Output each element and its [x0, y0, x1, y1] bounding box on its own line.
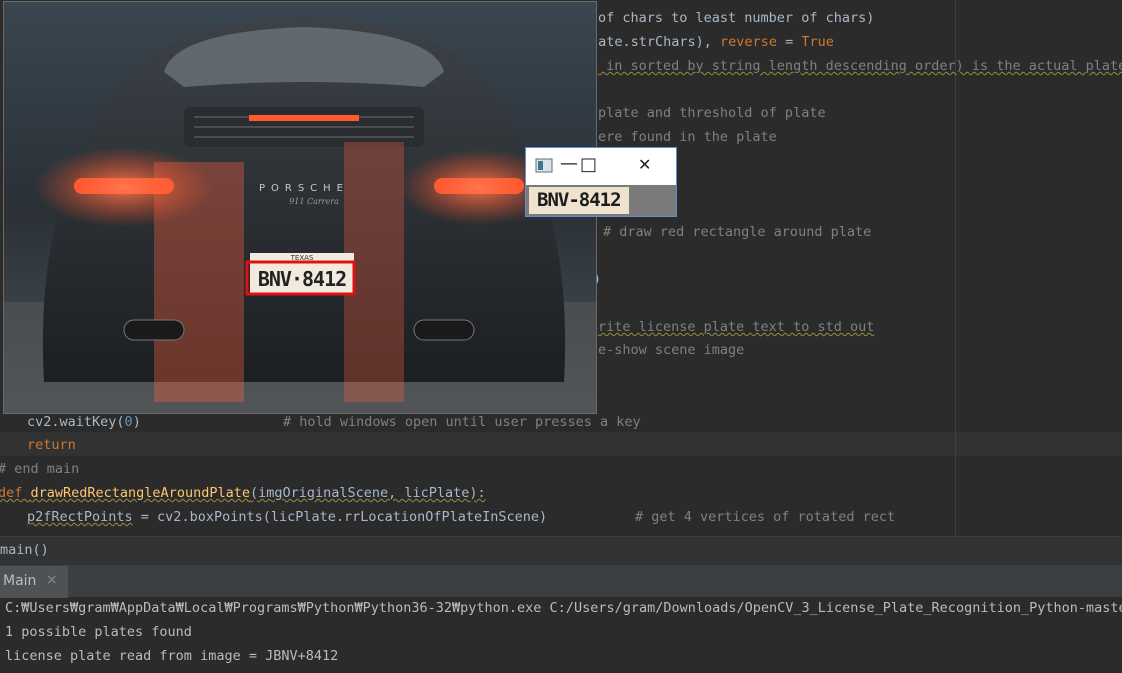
run-tool-window-tabs: Main × — [0, 566, 1122, 598]
close-icon[interactable]: × — [46, 572, 58, 588]
code-line: # draw red rectangle around plate — [603, 224, 872, 240]
window-app-icon — [535, 158, 553, 173]
code-line: rite license plate text to std out — [598, 319, 875, 335]
run-tab-main[interactable]: Main × — [0, 566, 68, 598]
breadcrumb[interactable]: main() — [0, 536, 1122, 566]
code-comment: # get 4 vertices of rotated rect — [635, 509, 896, 525]
maximize-button[interactable]: □ — [580, 154, 597, 175]
code-line: # end main — [0, 461, 80, 477]
plate-crop: BNV-8412 — [529, 187, 629, 214]
code-line: cv2.waitKey(0) — [27, 414, 141, 430]
console-line: C:₩Users₩gram₩AppData₩Local₩Programs₩Pyt… — [5, 600, 1122, 616]
code-line: def drawRedRectangleAroundPlate(imgOrigi… — [0, 485, 486, 501]
plate-crop-text: BNV-8412 — [537, 189, 622, 211]
plate-crop-image: BNV-8412 — [526, 185, 676, 216]
console-line: license plate read from image = JBNV+841… — [5, 648, 339, 664]
code-line: return — [27, 437, 76, 453]
run-console[interactable]: C:₩Users₩gram₩AppData₩Local₩Programs₩Pyt… — [0, 598, 1122, 673]
code-line: p2fRectPoints = cv2.boxPoints(licPlate.r… — [27, 509, 548, 525]
brand-text: PORSCHE — [259, 183, 349, 194]
window-titlebar[interactable]: — □ ✕ — [526, 148, 676, 185]
code-comment: # hold windows open until user presses a… — [283, 414, 641, 430]
code-line: ere found in the plate — [598, 129, 777, 145]
close-button[interactable]: ✕ — [638, 155, 651, 174]
right-margin-guide — [955, 0, 956, 536]
model-text: 911 Carrera — [289, 197, 339, 206]
code-line: late.strChars), reverse = True — [590, 34, 834, 50]
minimize-button[interactable]: — — [560, 153, 578, 174]
breadcrumb-label: main() — [0, 542, 49, 558]
plate-text: BNV·8412 — [258, 267, 346, 291]
code-line: of chars to least number of chars) — [598, 10, 875, 26]
run-tab-label: Main — [3, 573, 37, 589]
console-line: 1 possible plates found — [5, 624, 192, 640]
scene-image-window[interactable]: PORSCHE 911 Carrera TEXAS BNV·8412 — [3, 1, 597, 414]
current-line-highlight — [0, 432, 1122, 456]
car-scene-image: PORSCHE 911 Carrera TEXAS BNV·8412 — [4, 2, 596, 413]
plate-image-window[interactable]: — □ ✕ BNV-8412 — [525, 147, 677, 217]
code-line: e-show scene image — [598, 342, 745, 358]
code-line: plate and threshold of plate — [598, 105, 826, 121]
code-line: in sorted by string length descending or… — [598, 58, 1122, 74]
